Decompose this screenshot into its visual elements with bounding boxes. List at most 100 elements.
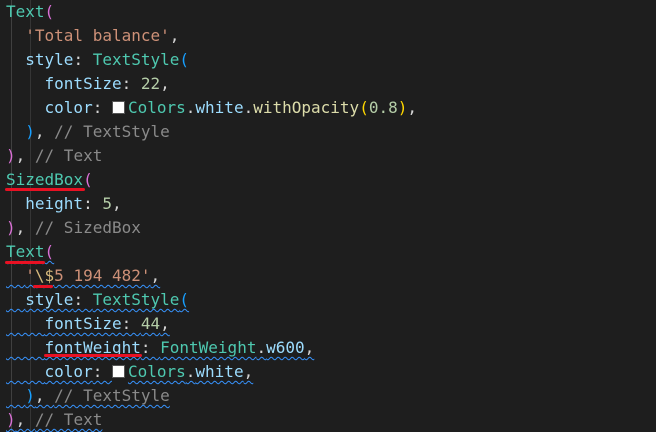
code-token-paren-gold: ) — [397, 98, 408, 117]
code-token-punct: : — [121, 314, 141, 333]
code-token-punct: , — [304, 338, 315, 357]
code-line[interactable]: Text( — [6, 0, 54, 24]
code-token-paren-purple: ) — [6, 146, 16, 165]
code-token-num: 22 — [140, 74, 161, 93]
code-token-punct — [6, 50, 25, 69]
code-token-string: 'Total balance' — [25, 26, 170, 45]
code-token-punct: , — [34, 386, 55, 405]
code-token-paren-purple: ( — [44, 2, 55, 21]
code-token-prop: style — [25, 290, 74, 309]
color-swatch-icon[interactable] — [111, 101, 125, 114]
code-line[interactable]: height: 5, — [6, 192, 122, 216]
code-token-prop: height — [25, 194, 84, 213]
code-token-class: Text — [6, 242, 45, 261]
red-underline-annotation — [44, 354, 142, 357]
code-token-punct: , — [160, 314, 170, 333]
code-token-prop: fontSize — [44, 74, 122, 93]
code-token-punct — [6, 362, 45, 381]
code-token-punct: , — [243, 362, 254, 381]
code-token-punct — [6, 386, 25, 405]
code-line[interactable]: style: TextStyle( — [6, 288, 189, 312]
code-token-punct: : — [73, 50, 93, 69]
code-line[interactable]: fontSize: 44, — [6, 312, 170, 336]
code-token-paren-purple: ( — [83, 170, 93, 189]
code-token-punct — [6, 98, 45, 117]
code-token-class: Colors — [127, 362, 186, 381]
code-line-content: color: Colors.white, — [6, 362, 254, 381]
code-token-comment: // TextStyle — [54, 122, 170, 141]
code-line-content: style: TextStyle( — [6, 50, 189, 69]
code-token-punct: : — [83, 194, 103, 213]
code-token-punct: , — [150, 266, 161, 285]
code-token-comment: // Text — [34, 410, 103, 429]
code-line[interactable]: ), // Text — [6, 408, 102, 432]
code-token-punct: , — [34, 122, 55, 141]
code-token-punct: : — [121, 74, 141, 93]
color-swatch-icon[interactable] — [111, 365, 125, 378]
code-token-string: 5 194 482' — [54, 266, 151, 285]
red-underline-annotation — [33, 285, 53, 288]
code-token-punct: . — [185, 362, 196, 381]
code-line-content: Text( — [6, 2, 54, 21]
code-token-paren-gold: ( — [359, 98, 369, 117]
code-token-prop: style — [25, 50, 74, 69]
code-token-punct: , — [407, 98, 418, 117]
red-underline-annotation — [5, 188, 85, 191]
code-token-punct: : — [140, 338, 161, 357]
code-token-punct — [6, 290, 25, 309]
code-line[interactable]: color: Colors.white.withOpacity(0.8), — [6, 96, 417, 120]
code-line-content: fontSize: 44, — [6, 314, 170, 333]
code-line-content: ), // TextStyle — [6, 386, 170, 405]
code-token-string: ' — [25, 266, 35, 285]
code-editor[interactable]: Text( 'Total balance', style: TextStyle(… — [0, 0, 656, 432]
code-line-content: ), // TextStyle — [6, 122, 170, 141]
code-token-paren-purple: ( — [44, 242, 55, 261]
code-token-punct: , — [111, 194, 122, 213]
code-token-punct: , — [15, 146, 35, 165]
code-token-comment: // Text — [34, 146, 103, 165]
code-token-prop: color — [44, 98, 93, 117]
code-token-punct — [6, 338, 45, 357]
code-line-content: 'Total balance', — [6, 26, 179, 45]
code-token-comment: // TextStyle — [54, 386, 170, 405]
code-line[interactable]: style: TextStyle( — [6, 48, 189, 72]
code-line-content: Text( — [6, 242, 54, 261]
code-token-class: Colors — [127, 98, 186, 117]
code-token-punct: , — [160, 74, 170, 93]
code-token-comment: // SizedBox — [34, 218, 141, 237]
code-token-punct — [6, 266, 25, 285]
code-token-class: FontWeight — [160, 338, 257, 357]
code-token-prop: white — [195, 362, 244, 381]
code-token-punct: . — [243, 98, 254, 117]
code-line[interactable]: ), // Text — [6, 144, 102, 168]
code-token-punct: . — [185, 98, 196, 117]
code-line[interactable]: 'Total balance', — [6, 24, 179, 48]
code-line[interactable]: color: Colors.white, — [6, 360, 254, 384]
code-line-content: ), // Text — [6, 146, 102, 165]
code-line[interactable]: fontSize: 22, — [6, 72, 170, 96]
code-line-content: color: Colors.white.withOpacity(0.8), — [6, 98, 417, 117]
code-line-content: ), // Text — [6, 410, 102, 429]
code-token-fn: withOpacity — [253, 98, 360, 117]
red-underline-annotation — [5, 261, 45, 264]
code-token-prop: color — [44, 362, 93, 381]
code-line[interactable]: ), // SizedBox — [6, 216, 141, 240]
code-token-prop: fontSize — [44, 314, 122, 333]
code-line-content: '\$5 194 482', — [6, 266, 160, 285]
code-token-class: TextStyle — [92, 290, 180, 309]
code-token-punct — [6, 314, 45, 333]
code-token-prop: white — [195, 98, 244, 117]
code-line-content: SizedBox( — [6, 170, 93, 189]
code-token-num: 44 — [140, 314, 161, 333]
code-line-content: ), // SizedBox — [6, 218, 141, 237]
code-token-escape: \$ — [34, 266, 55, 285]
code-line[interactable]: '\$5 194 482', — [6, 264, 160, 288]
code-token-punct: : — [92, 98, 112, 117]
code-token-punct: , — [15, 218, 35, 237]
code-token-num: 0.8 — [368, 98, 398, 117]
code-token-paren-blue: ( — [179, 290, 190, 309]
code-line[interactable]: ), // TextStyle — [6, 120, 170, 144]
code-line[interactable]: ), // TextStyle — [6, 384, 170, 408]
code-token-punct: , — [169, 26, 180, 45]
code-line-content: style: TextStyle( — [6, 290, 189, 309]
